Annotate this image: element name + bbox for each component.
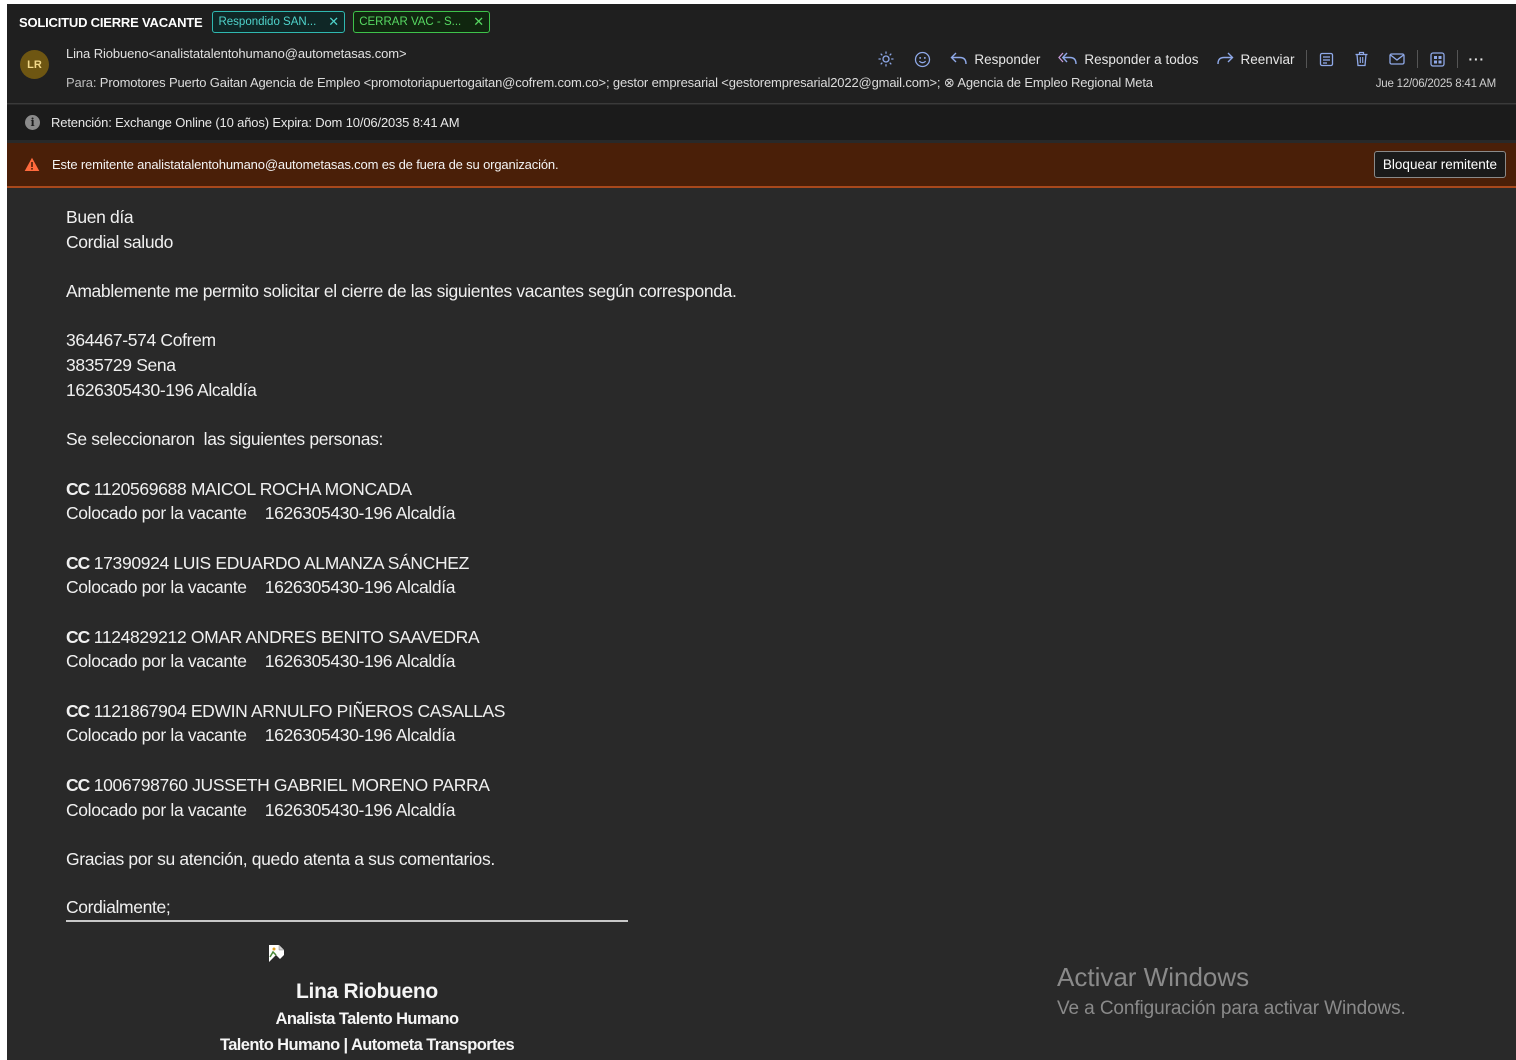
person-line: CC 1006798760 JUSSETH GABRIEL MORENO PAR… bbox=[66, 773, 1066, 798]
signature-name: Lina Riobueno bbox=[296, 980, 438, 1003]
cc-label: CC bbox=[66, 552, 90, 573]
cc-label: CC bbox=[66, 626, 90, 647]
divider bbox=[1416, 50, 1418, 68]
mark-unread-icon[interactable] bbox=[1379, 52, 1415, 66]
vacancy-item: 364467-574 Cofrem bbox=[66, 330, 216, 351]
avatar[interactable]: LR bbox=[20, 50, 49, 79]
vacancy-item: 1626305430-196 Alcaldía bbox=[66, 379, 257, 400]
more-icon: ··· bbox=[1468, 51, 1485, 67]
signature-block: Lina Riobueno Analista Talento Humano Ta… bbox=[167, 944, 567, 1055]
info-icon: i bbox=[25, 115, 40, 130]
person-line: CC 1120569688 MAICOL ROCHA MONCADA bbox=[66, 477, 1066, 502]
apps-icon[interactable] bbox=[1420, 51, 1455, 67]
watermark-subtitle: Ve a Configuración para activar Windows. bbox=[1057, 998, 1406, 1019]
delete-icon[interactable] bbox=[1344, 51, 1379, 67]
more-actions-button[interactable]: ··· bbox=[1460, 52, 1495, 67]
message-actions: Responder Responder a todos Reenviar ··· bbox=[868, 48, 1494, 70]
to-list[interactable]: Promotores Puerto Gaitan Agencia de Empl… bbox=[100, 75, 1153, 90]
person-line: CC 1124829212 OMAR ANDRES BENITO SAAVEDR… bbox=[66, 625, 1066, 650]
reply-label: Responder bbox=[974, 51, 1041, 67]
selected-intro: Se seleccionaron las siguientes personas… bbox=[66, 429, 384, 450]
reply-button[interactable]: Responder bbox=[941, 52, 1049, 67]
category-tag-cerrar-vac[interactable]: CERRAR VAC - S... ✕ bbox=[353, 11, 491, 33]
greeting: Buen día bbox=[66, 207, 134, 227]
greeting: Cordial saludo bbox=[66, 231, 173, 252]
forward-button[interactable]: Reenviar bbox=[1207, 52, 1303, 67]
recipients: Para: Promotores Puerto Gaitan Agencia d… bbox=[66, 75, 1153, 91]
block-sender-button[interactable]: Bloquear remitente bbox=[1373, 151, 1506, 178]
category-tag-respondido[interactable]: Respondido SAN... ✕ bbox=[212, 11, 346, 33]
placement-line: Colocado por la vacante 1626305430-196 A… bbox=[66, 577, 456, 598]
sender[interactable]: Lina Riobueno<analistatalentohumano@auto… bbox=[66, 46, 407, 61]
summary-icon[interactable] bbox=[1309, 52, 1344, 67]
signature-divider bbox=[66, 920, 628, 923]
remove-tag-icon[interactable]: ✕ bbox=[473, 14, 484, 30]
person-id-name: 1006798760 JUSSETH GABRIEL MORENO PARRA bbox=[89, 774, 490, 795]
thanks-text: Gracias por su atención, quedo atenta a … bbox=[66, 848, 495, 869]
watermark-title: Activar Windows bbox=[1057, 962, 1250, 992]
person-id-name: 17390924 LUIS EDUARDO ALMANZA SÁNCHEZ bbox=[89, 552, 469, 573]
category-tag-label: Respondido SAN... bbox=[218, 16, 317, 28]
cc-label: CC bbox=[66, 774, 90, 795]
broken-image-icon bbox=[267, 944, 287, 964]
placement-line: Colocado por la vacante 1626305430-196 A… bbox=[66, 651, 456, 672]
retention-bar: i Retención: Exchange Online (10 años) E… bbox=[7, 105, 1516, 140]
reply-icon bbox=[950, 52, 968, 65]
retention-text: Retención: Exchange Online (10 años) Exp… bbox=[51, 115, 460, 130]
message-body: Buen día Cordial saludo Amablemente me p… bbox=[66, 205, 1066, 923]
person-id-name: 1124829212 OMAR ANDRES BENITO SAAVEDRA bbox=[89, 626, 480, 647]
forward-icon bbox=[1217, 52, 1234, 65]
person-id-name: 1120569688 MAICOL ROCHA MONCADA bbox=[89, 478, 412, 499]
category-tag-label: CERRAR VAC - S... bbox=[359, 16, 462, 28]
emoji-icon[interactable] bbox=[904, 51, 941, 68]
warning-icon bbox=[24, 157, 40, 171]
divider bbox=[1305, 50, 1307, 68]
warning-text: Este remitente analistatalentohumano@aut… bbox=[52, 157, 559, 172]
activation-watermark: Activar Windows Ve a Configuración para … bbox=[1057, 962, 1406, 1020]
subject-bar: SOLICITUD CIERRE VACANTE Respondido SAN.… bbox=[7, 4, 1516, 40]
external-sender-warning: Este remitente analistatalentohumano@aut… bbox=[7, 143, 1516, 188]
reply-all-button[interactable]: Responder a todos bbox=[1049, 52, 1207, 67]
cc-label: CC bbox=[66, 700, 90, 721]
vacancy-item: 3835729 Sena bbox=[66, 355, 176, 376]
person-line: CC 17390924 LUIS EDUARDO ALMANZA SÁNCHEZ bbox=[66, 551, 1066, 576]
email-subject: SOLICITUD CIERRE VACANTE bbox=[19, 14, 203, 30]
forward-label: Reenviar bbox=[1240, 51, 1295, 67]
request-text: Amablemente me permito solicitar el cier… bbox=[66, 281, 737, 302]
person-id-name: 1121867904 EDWIN ARNULFO PIÑEROS CASALLA… bbox=[89, 700, 506, 721]
placement-line: Colocado por la vacante 1626305430-196 A… bbox=[66, 799, 456, 820]
cc-label: CC bbox=[66, 478, 90, 499]
closing-text: Cordialmente; bbox=[66, 897, 171, 918]
person-line: CC 1121867904 EDWIN ARNULFO PIÑEROS CASA… bbox=[66, 699, 1066, 724]
signature-company: Talento Humano | Autometa Transportes bbox=[219, 1036, 515, 1054]
placement-line: Colocado por la vacante 1626305430-196 A… bbox=[66, 503, 456, 524]
reply-all-label: Responder a todos bbox=[1084, 51, 1199, 67]
email-reading-pane: SOLICITUD CIERRE VACANTE Respondido SAN.… bbox=[7, 4, 1516, 1060]
signature-role: Analista Talento Humano bbox=[275, 1010, 460, 1028]
placement-line: Colocado por la vacante 1626305430-196 A… bbox=[66, 725, 456, 746]
to-label: Para: bbox=[66, 75, 97, 90]
message-header: LR Lina Riobueno<analistatalentohumano@a… bbox=[7, 40, 1516, 104]
sent-date: Jue 12/06/2025 8:41 AM bbox=[1375, 78, 1496, 90]
divider bbox=[1456, 50, 1458, 68]
sun-icon[interactable] bbox=[868, 51, 904, 67]
reply-all-icon bbox=[1058, 52, 1078, 65]
remove-tag-icon[interactable]: ✕ bbox=[328, 14, 339, 30]
